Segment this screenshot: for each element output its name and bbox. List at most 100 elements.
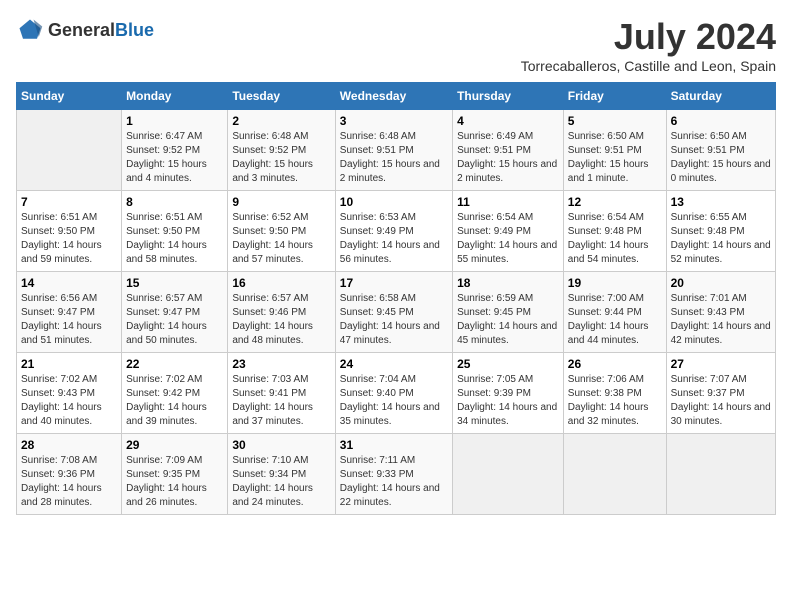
calendar-week-row: 21 Sunrise: 7:02 AMSunset: 9:43 PMDayligh… — [17, 353, 776, 434]
logo-text-general: General — [48, 20, 115, 40]
calendar-week-row: 14 Sunrise: 6:56 AMSunset: 9:47 PMDayligh… — [17, 272, 776, 353]
day-info: Sunrise: 6:56 AMSunset: 9:47 PMDaylight:… — [21, 292, 117, 348]
day-number: 10 — [340, 195, 448, 209]
day-info: Sunrise: 6:49 AMSunset: 9:51 PMDaylight:… — [457, 130, 559, 186]
day-info: Sunrise: 7:01 AMSunset: 9:43 PMDaylight:… — [671, 292, 771, 348]
day-number: 28 — [21, 438, 117, 452]
day-info: Sunrise: 7:06 AMSunset: 9:38 PMDaylight:… — [568, 373, 662, 429]
day-info: Sunrise: 7:00 AMSunset: 9:44 PMDaylight:… — [568, 292, 662, 348]
calendar-day-cell: 30 Sunrise: 7:10 AMSunset: 9:34 PMDayligh… — [228, 434, 335, 515]
day-number: 9 — [232, 195, 330, 209]
day-info: Sunrise: 7:10 AMSunset: 9:34 PMDaylight:… — [232, 454, 330, 510]
day-info: Sunrise: 6:50 AMSunset: 9:51 PMDaylight:… — [671, 130, 771, 186]
logo: GeneralBlue — [16, 16, 154, 44]
day-number: 13 — [671, 195, 771, 209]
calendar-day-header: Monday — [122, 83, 228, 110]
day-number: 5 — [568, 114, 662, 128]
calendar-day-cell: 13 Sunrise: 6:55 AMSunset: 9:48 PMDayligh… — [666, 191, 775, 272]
day-number: 22 — [126, 357, 223, 371]
logo-icon — [16, 16, 44, 44]
title-section: July 2024 Torrecaballeros, Castille and … — [521, 16, 776, 74]
day-info: Sunrise: 6:47 AMSunset: 9:52 PMDaylight:… — [126, 130, 223, 186]
day-info: Sunrise: 6:52 AMSunset: 9:50 PMDaylight:… — [232, 211, 330, 267]
day-info: Sunrise: 6:55 AMSunset: 9:48 PMDaylight:… — [671, 211, 771, 267]
calendar-day-cell: 3Sunrise: 6:48 AMSunset: 9:51 PMDaylight… — [335, 110, 452, 191]
day-info: Sunrise: 6:50 AMSunset: 9:51 PMDaylight:… — [568, 130, 662, 186]
calendar-week-row: 7 Sunrise: 6:51 AMSunset: 9:50 PMDaylight… — [17, 191, 776, 272]
calendar-day-header: Tuesday — [228, 83, 335, 110]
month-year-title: July 2024 — [521, 16, 776, 58]
day-number: 24 — [340, 357, 448, 371]
day-info: Sunrise: 6:54 AMSunset: 9:48 PMDaylight:… — [568, 211, 662, 267]
calendar-day-cell: 1 Sunrise: 6:47 AMSunset: 9:52 PMDaylight… — [122, 110, 228, 191]
calendar-week-row: 28Sunrise: 7:08 AMSunset: 9:36 PMDayligh… — [17, 434, 776, 515]
calendar-day-cell — [563, 434, 666, 515]
calendar-day-cell: 23 Sunrise: 7:03 AMSunset: 9:41 PMDayligh… — [228, 353, 335, 434]
location-subtitle: Torrecaballeros, Castille and Leon, Spai… — [521, 58, 776, 74]
day-number: 12 — [568, 195, 662, 209]
day-info: Sunrise: 6:53 AMSunset: 9:49 PMDaylight:… — [340, 211, 448, 267]
calendar-day-cell: 31 Sunrise: 7:11 AMSunset: 9:33 PMDayligh… — [335, 434, 452, 515]
calendar-day-cell: 10 Sunrise: 6:53 AMSunset: 9:49 PMDayligh… — [335, 191, 452, 272]
day-info: Sunrise: 7:09 AMSunset: 9:35 PMDaylight:… — [126, 454, 223, 510]
day-number: 3 — [340, 114, 448, 128]
calendar-day-cell: 22 Sunrise: 7:02 AMSunset: 9:42 PMDayligh… — [122, 353, 228, 434]
calendar-day-cell: 28Sunrise: 7:08 AMSunset: 9:36 PMDayligh… — [17, 434, 122, 515]
day-number: 14 — [21, 276, 117, 290]
calendar-day-cell: 17Sunrise: 6:58 AMSunset: 9:45 PMDayligh… — [335, 272, 452, 353]
day-number: 30 — [232, 438, 330, 452]
day-info: Sunrise: 6:51 AMSunset: 9:50 PMDaylight:… — [21, 211, 117, 267]
calendar-day-cell: 15 Sunrise: 6:57 AMSunset: 9:47 PMDayligh… — [122, 272, 228, 353]
calendar-day-header: Wednesday — [335, 83, 452, 110]
day-info: Sunrise: 7:05 AMSunset: 9:39 PMDaylight:… — [457, 373, 559, 429]
day-info: Sunrise: 6:51 AMSunset: 9:50 PMDaylight:… — [126, 211, 223, 267]
day-number: 2 — [232, 114, 330, 128]
day-number: 26 — [568, 357, 662, 371]
day-number: 15 — [126, 276, 223, 290]
day-number: 21 — [21, 357, 117, 371]
day-number: 25 — [457, 357, 559, 371]
logo-text-blue: Blue — [115, 20, 154, 40]
calendar-day-cell: 6 Sunrise: 6:50 AMSunset: 9:51 PMDaylight… — [666, 110, 775, 191]
day-info: Sunrise: 6:54 AMSunset: 9:49 PMDaylight:… — [457, 211, 559, 267]
day-info: Sunrise: 7:04 AMSunset: 9:40 PMDaylight:… — [340, 373, 448, 429]
day-number: 4 — [457, 114, 559, 128]
day-number: 6 — [671, 114, 771, 128]
day-number: 8 — [126, 195, 223, 209]
day-number: 20 — [671, 276, 771, 290]
calendar-day-cell: 2Sunrise: 6:48 AMSunset: 9:52 PMDaylight… — [228, 110, 335, 191]
calendar-day-cell: 14 Sunrise: 6:56 AMSunset: 9:47 PMDayligh… — [17, 272, 122, 353]
calendar-day-cell — [17, 110, 122, 191]
calendar-day-cell: 12 Sunrise: 6:54 AMSunset: 9:48 PMDayligh… — [563, 191, 666, 272]
day-number: 29 — [126, 438, 223, 452]
calendar-day-cell: 16Sunrise: 6:57 AMSunset: 9:46 PMDayligh… — [228, 272, 335, 353]
page-header: GeneralBlue July 2024 Torrecaballeros, C… — [16, 16, 776, 74]
calendar-day-cell: 20 Sunrise: 7:01 AMSunset: 9:43 PMDayligh… — [666, 272, 775, 353]
calendar-day-cell: 9 Sunrise: 6:52 AMSunset: 9:50 PMDaylight… — [228, 191, 335, 272]
day-info: Sunrise: 7:07 AMSunset: 9:37 PMDaylight:… — [671, 373, 771, 429]
calendar-day-cell: 11Sunrise: 6:54 AMSunset: 9:49 PMDayligh… — [453, 191, 564, 272]
day-info: Sunrise: 6:59 AMSunset: 9:45 PMDaylight:… — [457, 292, 559, 348]
calendar-day-cell: 26 Sunrise: 7:06 AMSunset: 9:38 PMDayligh… — [563, 353, 666, 434]
day-number: 19 — [568, 276, 662, 290]
day-info: Sunrise: 7:03 AMSunset: 9:41 PMDaylight:… — [232, 373, 330, 429]
day-info: Sunrise: 6:58 AMSunset: 9:45 PMDaylight:… — [340, 292, 448, 348]
calendar-day-header: Friday — [563, 83, 666, 110]
day-number: 23 — [232, 357, 330, 371]
calendar-day-cell: 4 Sunrise: 6:49 AMSunset: 9:51 PMDaylight… — [453, 110, 564, 191]
calendar-day-header: Saturday — [666, 83, 775, 110]
day-number: 31 — [340, 438, 448, 452]
day-info: Sunrise: 7:02 AMSunset: 9:43 PMDaylight:… — [21, 373, 117, 429]
calendar-day-cell: 29 Sunrise: 7:09 AMSunset: 9:35 PMDayligh… — [122, 434, 228, 515]
day-info: Sunrise: 7:11 AMSunset: 9:33 PMDaylight:… — [340, 454, 448, 510]
day-info: Sunrise: 6:57 AMSunset: 9:47 PMDaylight:… — [126, 292, 223, 348]
calendar-day-cell: 25 Sunrise: 7:05 AMSunset: 9:39 PMDayligh… — [453, 353, 564, 434]
calendar-day-cell — [666, 434, 775, 515]
calendar-day-cell: 7 Sunrise: 6:51 AMSunset: 9:50 PMDaylight… — [17, 191, 122, 272]
day-number: 27 — [671, 357, 771, 371]
day-number: 1 — [126, 114, 223, 128]
calendar-day-cell: 5 Sunrise: 6:50 AMSunset: 9:51 PMDaylight… — [563, 110, 666, 191]
day-number: 7 — [21, 195, 117, 209]
day-info: Sunrise: 7:02 AMSunset: 9:42 PMDaylight:… — [126, 373, 223, 429]
day-info: Sunrise: 6:57 AMSunset: 9:46 PMDaylight:… — [232, 292, 330, 348]
